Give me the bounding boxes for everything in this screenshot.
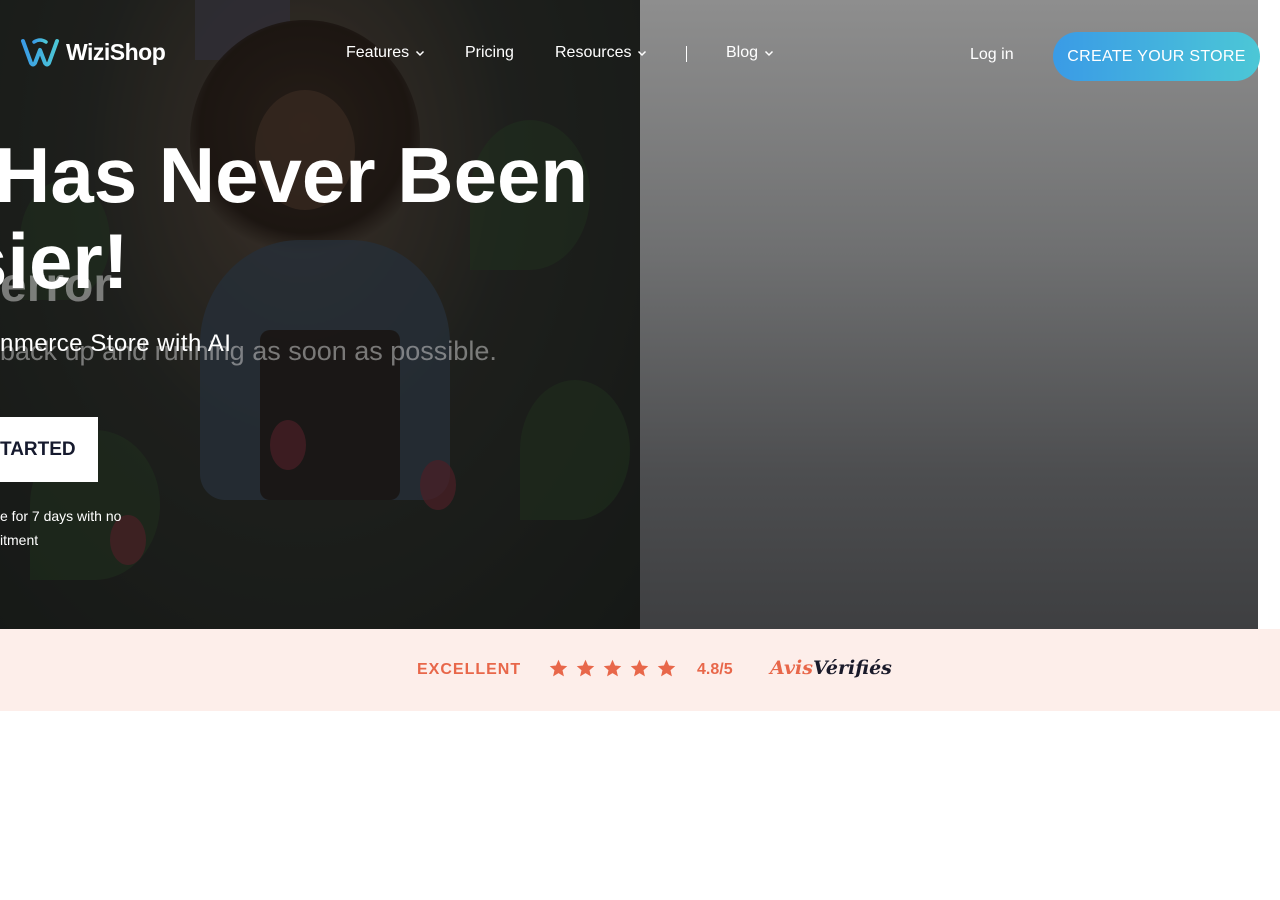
login-link[interactable]: Log in — [970, 46, 1014, 64]
nav-blog[interactable]: Blog — [726, 44, 774, 62]
star-icon — [576, 659, 595, 677]
nav-blog-label: Blog — [726, 44, 759, 61]
chevron-down-icon — [765, 50, 774, 57]
create-store-button[interactable]: CREATE YOUR STORE — [1053, 32, 1260, 81]
nav-divider — [686, 46, 687, 62]
trial-note-line1: e for 7 days with no — [0, 508, 122, 524]
star-icon — [549, 659, 568, 677]
rating-stars — [548, 658, 677, 679]
get-started-button[interactable]: TARTED — [0, 417, 98, 482]
trial-note-line2: itment — [0, 532, 39, 548]
star-icon — [630, 659, 649, 677]
nav-pricing[interactable]: Pricing — [465, 44, 514, 62]
avis-verifies-logo[interactable]: AvisVérifiés — [770, 657, 892, 679]
trial-note: e for 7 days with no itment — [0, 504, 121, 552]
hero-title-line1: Has Never Been — [0, 131, 588, 219]
top-navigation: WiziShop Features Pricing Resources Blog… — [0, 0, 1280, 110]
nav-features[interactable]: Features — [346, 44, 425, 62]
nav-resources[interactable]: Resources — [555, 44, 647, 62]
brand-logo[interactable]: WiziShop — [20, 36, 166, 68]
brand-name: WiziShop — [66, 38, 166, 65]
rating-bar: EXCELLENT 4.8/5 AvisVérifiés — [0, 629, 1280, 711]
rating-score: 4.8/5 — [697, 661, 733, 678]
rating-label: EXCELLENT — [417, 661, 522, 678]
hero-title-line2: sier! — [0, 217, 129, 305]
nav-resources-label: Resources — [555, 44, 632, 61]
nav-features-label: Features — [346, 44, 410, 61]
hero-subtitle: nmerce Store with AI — [0, 330, 232, 357]
hero-title: Has Never Been sier! — [0, 132, 694, 304]
nav-pricing-label: Pricing — [465, 44, 514, 61]
chevron-down-icon — [416, 50, 425, 57]
star-icon — [603, 659, 622, 677]
avis-verifies-part1: Avis — [770, 657, 813, 679]
avis-verifies-part2: Vérifiés — [812, 657, 892, 679]
wizishop-w-logo-icon — [21, 38, 59, 67]
star-icon — [657, 659, 676, 677]
chevron-down-icon — [638, 50, 647, 57]
